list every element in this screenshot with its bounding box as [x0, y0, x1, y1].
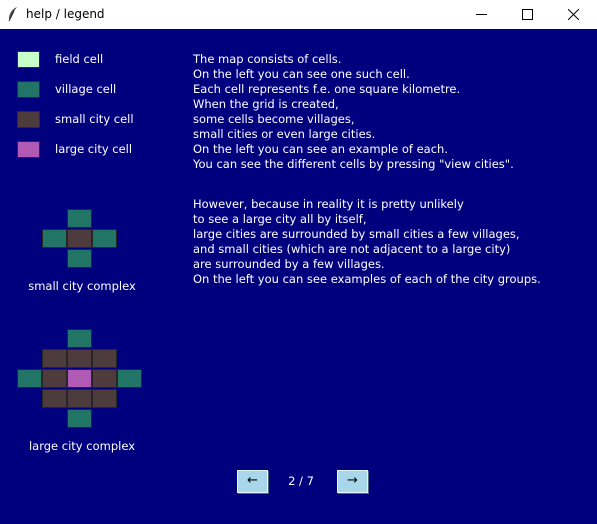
title-bar: help / legend — [0, 0, 597, 29]
next-page-button[interactable]: → — [337, 470, 368, 493]
text-line: small cities or even large cities. — [193, 127, 376, 141]
text-line: and small cities (which are not adjacent… — [193, 242, 511, 256]
maximize-button[interactable] — [505, 0, 551, 29]
page-indicator: 2 / 7 — [288, 474, 314, 488]
village-cell — [117, 369, 142, 388]
small-city-cell — [92, 369, 117, 388]
text-line: Each cell represents f.e. one square kil… — [193, 82, 461, 96]
small-city-cell — [92, 349, 117, 368]
village-cell — [92, 229, 117, 248]
feather-icon — [8, 7, 17, 22]
text-line: On the left you can see an example of ea… — [193, 142, 448, 156]
legend-label: large city cell — [55, 142, 133, 156]
explanation-paragraph-1: The map consists of cells. On the left y… — [193, 52, 514, 172]
small-city-cell-swatch — [17, 111, 40, 128]
close-icon — [568, 9, 579, 20]
small-city-cell — [67, 349, 92, 368]
small-city-complex-caption: small city complex — [28, 279, 136, 293]
village-cell — [67, 249, 92, 268]
text-line: However, because in reality it is pretty… — [193, 197, 464, 211]
text-line: some cells become villages, — [193, 112, 355, 126]
minimize-icon — [476, 14, 487, 15]
text-line: The map consists of cells. — [193, 52, 342, 66]
village-cell — [67, 409, 92, 428]
text-line: When the grid is created, — [193, 97, 339, 111]
legend-label: village cell — [55, 82, 117, 96]
text-line: large cities are surrounded by small cit… — [193, 227, 520, 241]
small-city-cell — [42, 369, 67, 388]
large-city-cell-swatch — [17, 141, 40, 158]
small-city-cell — [67, 229, 92, 248]
village-cell — [67, 209, 92, 228]
village-cell — [42, 229, 67, 248]
small-city-cell — [42, 389, 67, 408]
window-title: help / legend — [26, 7, 105, 21]
help-content: field cell village cell small city cell … — [0, 29, 597, 524]
large-city-cell — [67, 369, 92, 388]
field-cell-swatch — [17, 51, 40, 68]
text-line: On the left you can see examples of each… — [193, 272, 541, 286]
village-cell — [67, 329, 92, 348]
village-cell-swatch — [17, 81, 40, 98]
large-city-complex-caption: large city complex — [28, 439, 136, 453]
maximize-icon — [522, 9, 533, 20]
text-line: You can see the different cells by press… — [193, 157, 514, 171]
legend-label: small city cell — [55, 112, 134, 126]
village-cell — [17, 369, 42, 388]
small-city-cell — [67, 389, 92, 408]
text-line: On the left you can see one such cell. — [193, 67, 410, 81]
legend-label: field cell — [55, 52, 104, 66]
small-city-cell — [42, 349, 67, 368]
close-button[interactable] — [551, 0, 597, 29]
small-city-cell — [92, 389, 117, 408]
minimize-button[interactable] — [459, 0, 505, 29]
previous-page-button[interactable]: ← — [237, 470, 268, 493]
text-line: to see a large city all by itself, — [193, 212, 367, 226]
explanation-paragraph-2: However, because in reality it is pretty… — [193, 197, 541, 287]
text-line: are surrounded by a few villages. — [193, 257, 385, 271]
